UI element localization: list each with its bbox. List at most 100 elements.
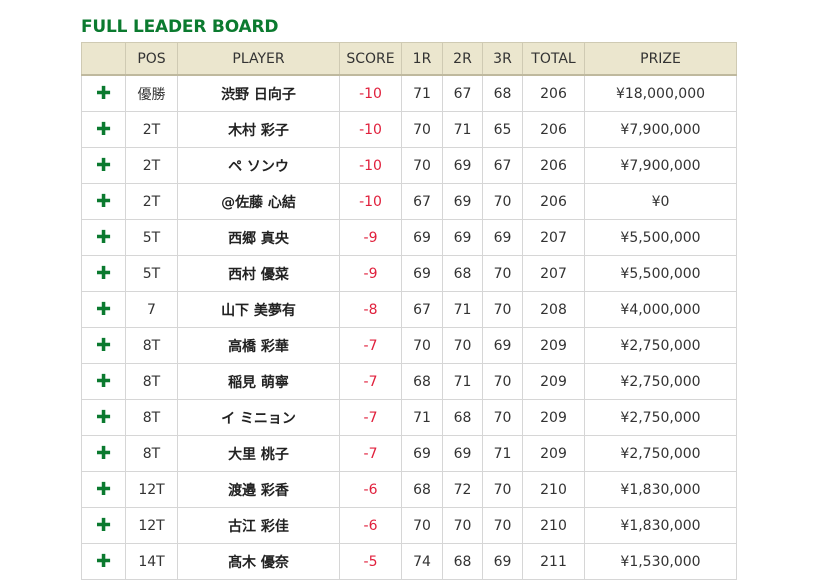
score-cell: -7 xyxy=(339,435,402,472)
plus-icon[interactable]: ✚ xyxy=(96,85,111,103)
round2-cell: 68 xyxy=(442,255,483,292)
round1-cell: 67 xyxy=(401,183,443,220)
plus-icon[interactable]: ✚ xyxy=(96,445,111,463)
score-cell: -6 xyxy=(339,507,402,544)
expand-toggle[interactable]: ✚ xyxy=(81,327,126,364)
total-cell: 206 xyxy=(522,183,585,220)
player-cell: 山下 美夢有 xyxy=(177,291,340,328)
plus-icon[interactable]: ✚ xyxy=(96,229,111,247)
score-cell: -7 xyxy=(339,399,402,436)
table-row: ✚ 12T 古江 彩佳 -6 70 70 70 210 ¥1,830,000 xyxy=(81,507,737,544)
table-row: ✚ 2T 木村 彩子 -10 70 71 65 206 ¥7,900,000 xyxy=(81,111,737,148)
player-cell: 古江 彩佳 xyxy=(177,507,340,544)
total-cell: 208 xyxy=(522,291,585,328)
player-cell: 渡邉 彩香 xyxy=(177,471,340,508)
round2-cell: 69 xyxy=(442,183,483,220)
player-cell: 渋野 日向子 xyxy=(177,74,340,112)
table-row: ✚ 7 山下 美夢有 -8 67 71 70 208 ¥4,000,000 xyxy=(81,291,737,328)
plus-icon[interactable]: ✚ xyxy=(96,265,111,283)
round2-cell: 70 xyxy=(442,507,483,544)
page-title: FULL LEADER BOARD xyxy=(81,17,279,37)
round3-cell: 68 xyxy=(482,74,523,112)
pos-cell: 8T xyxy=(125,363,178,400)
round2-cell: 71 xyxy=(442,363,483,400)
header-total: TOTAL xyxy=(522,42,585,76)
total-cell: 209 xyxy=(522,327,585,364)
total-cell: 209 xyxy=(522,363,585,400)
header-round1: 1R xyxy=(401,42,443,76)
pos-cell: 8T xyxy=(125,435,178,472)
round2-cell: 68 xyxy=(442,399,483,436)
expand-toggle[interactable]: ✚ xyxy=(81,507,126,544)
expand-toggle[interactable]: ✚ xyxy=(81,291,126,328)
score-cell: -10 xyxy=(339,147,402,184)
prize-cell: ¥7,900,000 xyxy=(584,147,737,184)
expand-toggle[interactable]: ✚ xyxy=(81,255,126,292)
plus-icon[interactable]: ✚ xyxy=(96,157,111,175)
plus-icon[interactable]: ✚ xyxy=(96,373,111,391)
prize-cell: ¥1,830,000 xyxy=(584,507,737,544)
player-cell: 西郷 真央 xyxy=(177,219,340,256)
round2-cell: 69 xyxy=(442,147,483,184)
expand-toggle[interactable]: ✚ xyxy=(81,399,126,436)
score-cell: -9 xyxy=(339,255,402,292)
plus-icon[interactable]: ✚ xyxy=(96,517,111,535)
plus-icon[interactable]: ✚ xyxy=(96,301,111,319)
leaderboard-table: POS PLAYER SCORE 1R 2R 3R TOTAL PRIZE ✚ 優… xyxy=(81,42,737,580)
player-cell: 稲見 萌寧 xyxy=(177,363,340,400)
table-header-row: POS PLAYER SCORE 1R 2R 3R TOTAL PRIZE xyxy=(81,42,737,76)
expand-toggle[interactable]: ✚ xyxy=(81,74,126,112)
prize-cell: ¥2,750,000 xyxy=(584,399,737,436)
table-row: ✚ 2T @佐藤 心結 -10 67 69 70 206 ¥0 xyxy=(81,183,737,220)
plus-icon[interactable]: ✚ xyxy=(96,121,111,139)
pos-cell: 優勝 xyxy=(125,74,178,112)
prize-cell: ¥5,500,000 xyxy=(584,219,737,256)
plus-icon[interactable]: ✚ xyxy=(96,481,111,499)
table-row: ✚ 5T 西村 優菜 -9 69 68 70 207 ¥5,500,000 xyxy=(81,255,737,292)
round1-cell: 71 xyxy=(401,74,443,112)
expand-toggle[interactable]: ✚ xyxy=(81,183,126,220)
header-expand xyxy=(81,42,126,76)
total-cell: 209 xyxy=(522,435,585,472)
header-prize: PRIZE xyxy=(584,42,737,76)
plus-icon[interactable]: ✚ xyxy=(96,337,111,355)
plus-icon[interactable]: ✚ xyxy=(96,193,111,211)
prize-cell: ¥0 xyxy=(584,183,737,220)
score-cell: -10 xyxy=(339,74,402,112)
table-row: ✚ 8T 高橋 彩華 -7 70 70 69 209 ¥2,750,000 xyxy=(81,327,737,364)
expand-toggle[interactable]: ✚ xyxy=(81,219,126,256)
round3-cell: 71 xyxy=(482,435,523,472)
round3-cell: 65 xyxy=(482,111,523,148)
score-cell: -7 xyxy=(339,363,402,400)
round2-cell: 71 xyxy=(442,291,483,328)
round3-cell: 67 xyxy=(482,147,523,184)
plus-icon[interactable]: ✚ xyxy=(96,409,111,427)
table-row: ✚ 優勝 渋野 日向子 -10 71 67 68 206 ¥18,000,000 xyxy=(81,74,737,112)
player-cell: ペ ソンウ xyxy=(177,147,340,184)
expand-toggle[interactable]: ✚ xyxy=(81,435,126,472)
header-round2: 2R xyxy=(442,42,483,76)
round1-cell: 68 xyxy=(401,363,443,400)
expand-toggle[interactable]: ✚ xyxy=(81,363,126,400)
pos-cell: 12T xyxy=(125,471,178,508)
expand-toggle[interactable]: ✚ xyxy=(81,471,126,508)
round3-cell: 70 xyxy=(482,399,523,436)
total-cell: 209 xyxy=(522,399,585,436)
header-player: PLAYER xyxy=(177,42,340,76)
score-cell: -7 xyxy=(339,327,402,364)
player-cell: イ ミニョン xyxy=(177,399,340,436)
table-row: ✚ 5T 西郷 真央 -9 69 69 69 207 ¥5,500,000 xyxy=(81,219,737,256)
prize-cell: ¥2,750,000 xyxy=(584,327,737,364)
expand-toggle[interactable]: ✚ xyxy=(81,147,126,184)
expand-toggle[interactable]: ✚ xyxy=(81,111,126,148)
player-cell: 西村 優菜 xyxy=(177,255,340,292)
round1-cell: 69 xyxy=(401,435,443,472)
round1-cell: 69 xyxy=(401,255,443,292)
round3-cell: 70 xyxy=(482,291,523,328)
player-cell: 大里 桃子 xyxy=(177,435,340,472)
plus-icon[interactable]: ✚ xyxy=(96,553,111,571)
score-cell: -6 xyxy=(339,471,402,508)
round2-cell: 69 xyxy=(442,435,483,472)
prize-cell: ¥2,750,000 xyxy=(584,363,737,400)
round2-cell: 67 xyxy=(442,74,483,112)
